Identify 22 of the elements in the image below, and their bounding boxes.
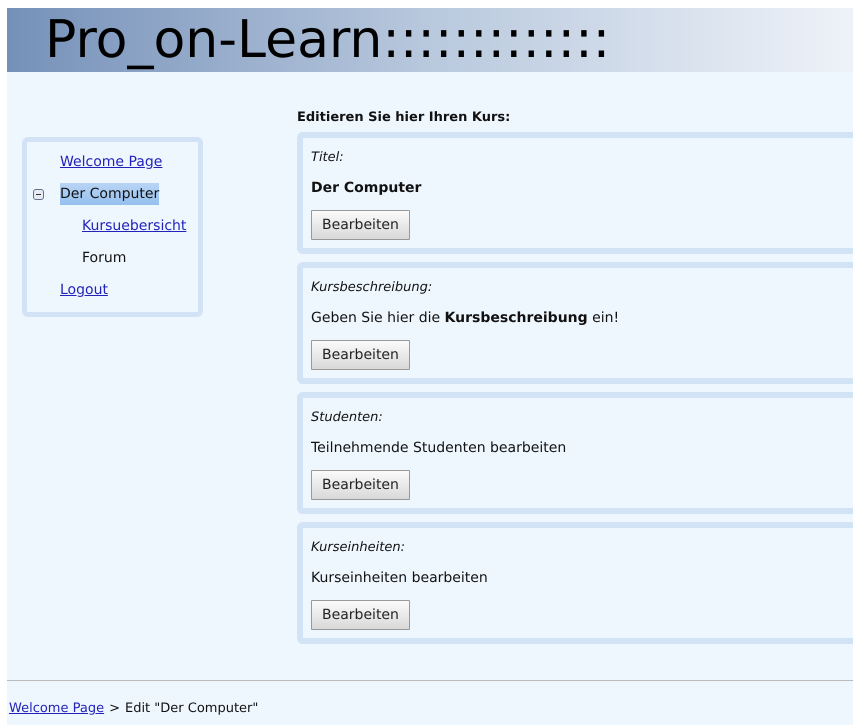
field-value: Geben Sie hier die Kursbeschreibung ein! — [311, 310, 620, 328]
breadcrumb-current: Edit "Der Computer" — [124, 701, 258, 716]
edit-button[interactable]: Bearbeiten — [311, 340, 410, 370]
edit-button[interactable]: Bearbeiten — [311, 470, 410, 500]
breadcrumb-link[interactable]: Welcome Page — [9, 701, 104, 716]
nav-item[interactable]: Forum — [82, 247, 126, 269]
section-heading: Editieren Sie hier Ihren Kurs: — [297, 110, 512, 127]
field-label: Titel: — [311, 150, 344, 167]
field-label: Kursbeschreibung: — [311, 280, 432, 297]
breadcrumb-separator: > — [109, 701, 120, 716]
field-value: Der Computer — [311, 180, 422, 198]
nav-item[interactable]: Welcome Page — [60, 151, 162, 173]
collapse-icon[interactable] — [33, 188, 44, 200]
nav-item[interactable]: Der Computer — [60, 183, 160, 205]
field-label: Studenten: — [311, 410, 383, 427]
nav-item[interactable]: Logout — [60, 279, 108, 301]
field-value: Teilnehmende Studenten bearbeiten — [311, 440, 566, 458]
field-label: Kurseinheiten: — [311, 540, 405, 557]
nav-item[interactable]: Kursuebersicht — [82, 215, 186, 237]
edit-button[interactable]: Bearbeiten — [311, 210, 410, 240]
field-value: Kurseinheiten bearbeiten — [311, 570, 488, 588]
edit-button[interactable]: Bearbeiten — [311, 600, 410, 630]
